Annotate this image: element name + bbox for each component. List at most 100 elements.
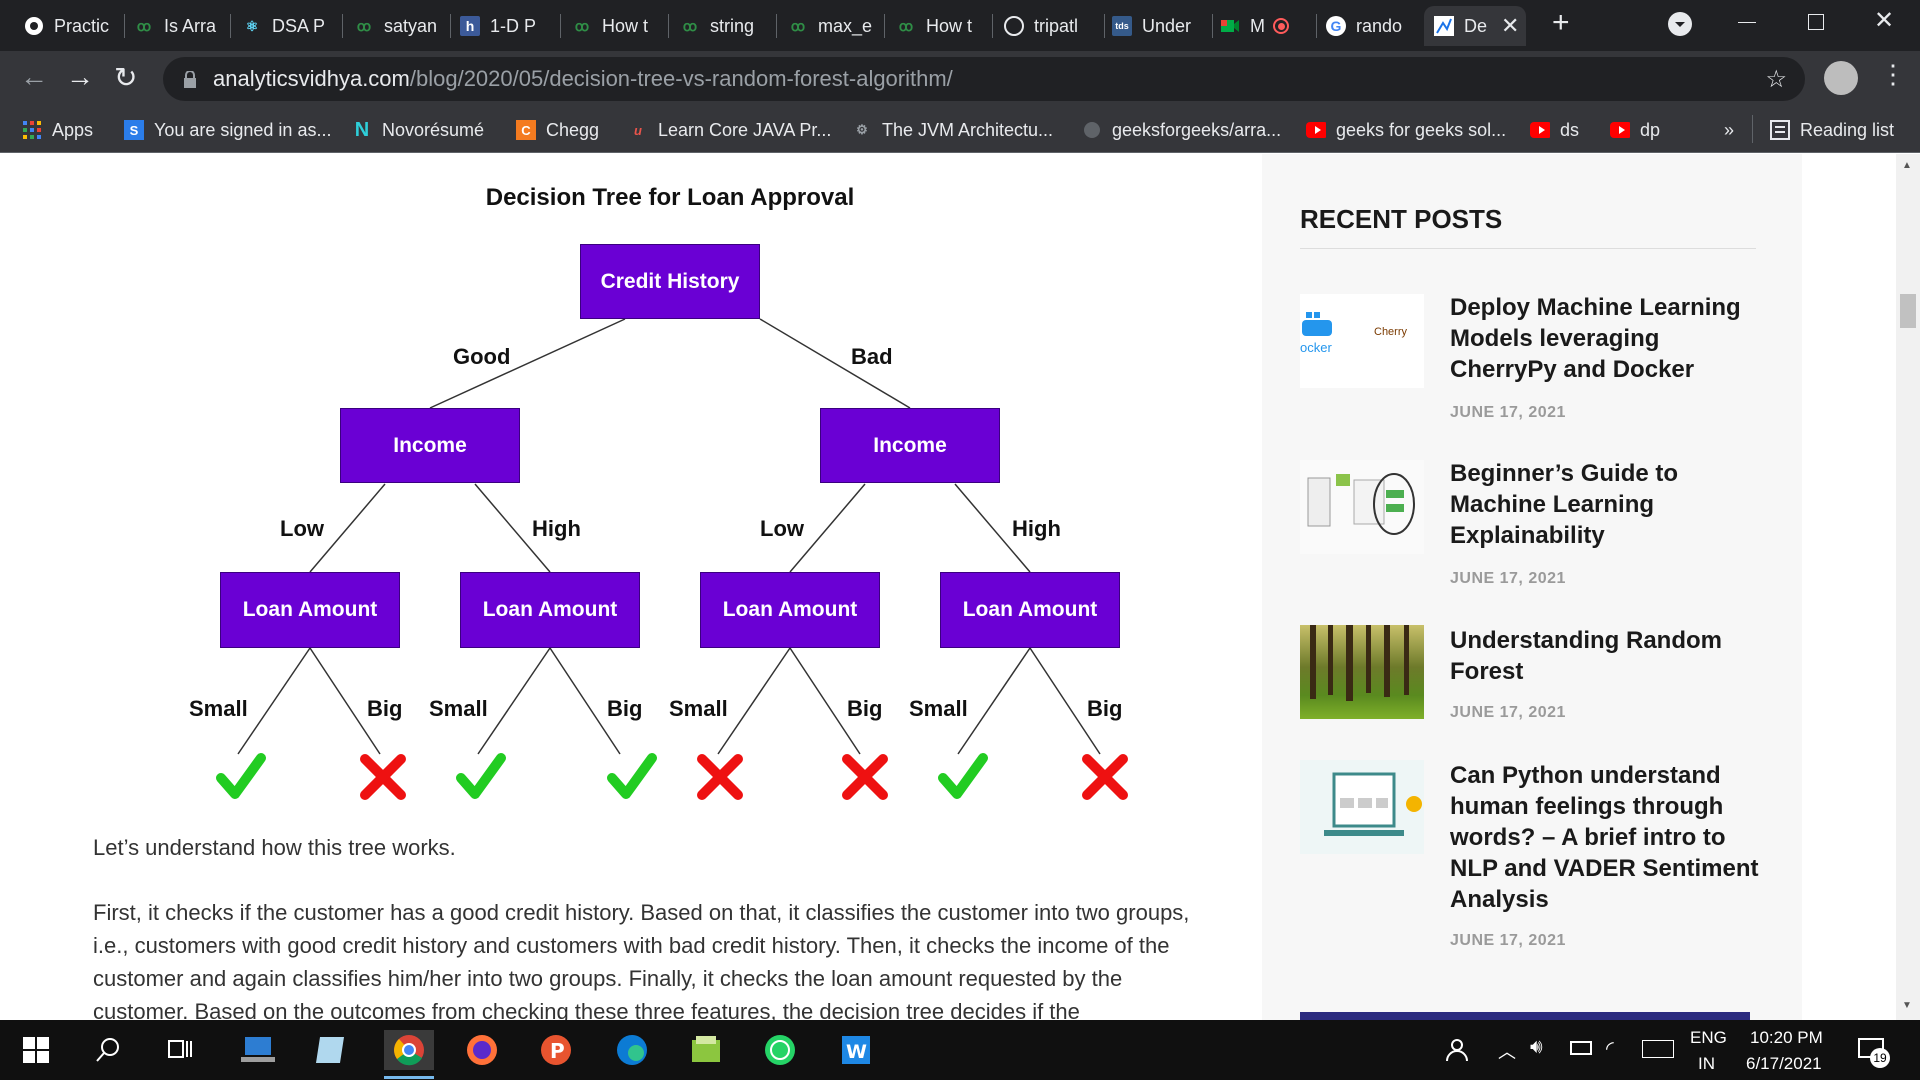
windows-start-button[interactable]: [16, 1030, 56, 1070]
notifications-button[interactable]: 19: [1852, 1030, 1892, 1070]
page-content: Decision Tree for Loan Approval Credit H…: [0, 154, 1920, 1020]
page-scrollbar[interactable]: ▲ ▼: [1896, 154, 1920, 1020]
bookmark-learn-java[interactable]: u Learn Core JAVA Pr...: [628, 117, 831, 143]
tab-label: satyan: [384, 15, 438, 36]
tab-decision-tree-active[interactable]: De ✕: [1424, 6, 1526, 46]
post-date: JUNE 17, 2021: [1450, 404, 1566, 421]
post-title-link[interactable]: Can Python understand human feelings thr…: [1450, 760, 1770, 915]
keyboard-icon[interactable]: [1642, 1040, 1674, 1058]
volume-icon[interactable]: 🔊︎: [1530, 1036, 1543, 1059]
tab-string[interactable]: ꝏ string: [680, 6, 776, 46]
node-income-bad: Income: [820, 408, 1000, 483]
task-view-icon: [168, 1040, 192, 1058]
people-button[interactable]: [1436, 1030, 1476, 1070]
search-button[interactable]: [88, 1030, 128, 1070]
battery-icon[interactable]: [1570, 1041, 1592, 1055]
post-title-link[interactable]: Beginner’s Guide to Machine Learning Exp…: [1450, 458, 1770, 551]
bookmark-label: Learn Core JAVA Pr...: [658, 119, 832, 140]
bookmark-dp[interactable]: dp: [1610, 117, 1660, 143]
back-button[interactable]: ←: [20, 61, 48, 93]
sidebar-banner: [1300, 1012, 1750, 1020]
reload-button[interactable]: ↻: [114, 61, 137, 94]
divider: [1300, 248, 1756, 249]
taskbar-app-laptop[interactable]: [238, 1030, 278, 1070]
language-bottom[interactable]: IN: [1698, 1054, 1715, 1074]
tab-how-2[interactable]: ꝏ How t: [896, 6, 992, 46]
tab-label: DSA P: [272, 15, 326, 36]
edge-label-low: Low: [760, 516, 804, 541]
edge-label-small: Small: [189, 696, 248, 721]
post-title-link[interactable]: Deploy Machine Learning Models leveragin…: [1450, 292, 1770, 385]
github-icon: [1082, 120, 1102, 140]
bookmark-apps[interactable]: Apps: [22, 117, 93, 143]
tab-1d[interactable]: h 1-D P: [460, 6, 560, 46]
tab-tripathi[interactable]: tripatl: [1004, 6, 1104, 46]
tab-dsa[interactable]: ⚛ DSA P: [242, 6, 342, 46]
taskbar-app-firefox[interactable]: [462, 1030, 502, 1070]
tab-search-button[interactable]: [1668, 12, 1692, 36]
address-bar[interactable]: analyticsvidhya.com/blog/2020/05/decisio…: [163, 57, 1805, 101]
bookmark-gfg-github[interactable]: geeksforgeeks/arra...: [1082, 117, 1281, 143]
taskbar-app-p[interactable]: P: [536, 1030, 576, 1070]
bookmark-label: geeks for geeks sol...: [1336, 119, 1507, 140]
close-window-button[interactable]: ✕: [1874, 6, 1894, 35]
reject-x-icon: [1082, 754, 1128, 800]
minimize-button[interactable]: [1738, 22, 1756, 23]
show-hidden-icons-chevron-icon[interactable]: ︿: [1498, 1038, 1516, 1064]
reject-x-icon: [360, 754, 406, 800]
scroll-down-arrow[interactable]: ▼: [1902, 1000, 1912, 1011]
post-title-link[interactable]: Understanding Random Forest: [1450, 625, 1770, 687]
edge-label-big: Big: [367, 696, 403, 721]
new-tab-button[interactable]: +: [1552, 6, 1570, 40]
bookmark-signed-in[interactable]: S You are signed in as...: [124, 117, 331, 143]
tab-meet[interactable]: M: [1220, 6, 1300, 46]
tab-max-e[interactable]: ꝏ max_e: [788, 6, 884, 46]
taskbar-app-edge[interactable]: [612, 1030, 652, 1070]
clock-date[interactable]: 6/17/2021: [1746, 1054, 1822, 1074]
h-icon: h: [460, 16, 480, 36]
bookmark-label: dp: [1640, 119, 1661, 140]
w-app-icon: W: [842, 1036, 870, 1064]
react-icon: ⚛: [245, 17, 259, 34]
tab-random[interactable]: G rando: [1326, 6, 1426, 46]
reading-list-button[interactable]: Reading list: [1770, 117, 1894, 143]
post-thumbnail-nlp[interactable]: [1300, 760, 1424, 854]
menu-kebab-icon[interactable]: ⋮: [1880, 59, 1906, 90]
forward-button[interactable]: →: [66, 61, 94, 93]
p-app-icon: P: [541, 1035, 571, 1065]
edge-label-bad: Bad: [851, 344, 893, 369]
task-view-button[interactable]: [160, 1030, 200, 1070]
scrollbar-thumb[interactable]: [1900, 294, 1916, 328]
tab-understand[interactable]: tds Under: [1112, 6, 1212, 46]
tab-is-array[interactable]: ꝏ Is Arra: [134, 6, 230, 46]
post-thumbnail-explainability[interactable]: [1300, 460, 1424, 554]
bookmarks-overflow-button[interactable]: »: [1724, 117, 1734, 143]
wifi-icon[interactable]: ◜: [1606, 1036, 1614, 1061]
taskbar-app-whatsapp[interactable]: [760, 1030, 800, 1070]
clock-time[interactable]: 10:20 PM: [1750, 1028, 1823, 1048]
scroll-up-arrow[interactable]: ▲: [1902, 160, 1912, 171]
taskbar-app-green[interactable]: [686, 1030, 726, 1070]
thumb-text: ocker: [1300, 340, 1332, 355]
approve-check-icon: [938, 753, 988, 799]
profile-avatar[interactable]: [1824, 61, 1858, 95]
tab-satyan[interactable]: ꝏ satyan: [354, 6, 450, 46]
post-thumbnail-docker-cherrypy[interactable]: ocker Cherry: [1300, 294, 1424, 388]
taskbar-app-files[interactable]: [310, 1030, 350, 1070]
bookmark-gfg-solutions[interactable]: geeks for geeks sol...: [1306, 117, 1506, 143]
language-top[interactable]: ENG: [1690, 1028, 1727, 1048]
tab-label: Under: [1142, 15, 1192, 36]
tab-practice[interactable]: Practic: [24, 6, 124, 46]
tab-how-1[interactable]: ꝏ How t: [572, 6, 668, 46]
close-tab-icon[interactable]: ✕: [1501, 13, 1519, 39]
bookmark-ds[interactable]: ds: [1530, 117, 1579, 143]
post-thumbnail-forest[interactable]: [1300, 625, 1424, 719]
bookmark-novoresume[interactable]: N Novorésumé: [352, 117, 484, 143]
bookmark-chegg[interactable]: C Chegg: [516, 117, 599, 143]
bookmark-star-icon[interactable]: ☆: [1765, 65, 1787, 94]
taskbar-app-w[interactable]: W: [836, 1030, 876, 1070]
taskbar-app-chrome[interactable]: [384, 1030, 434, 1070]
bookmark-jvm[interactable]: ⚙ The JVM Architectu...: [852, 117, 1053, 143]
restore-button[interactable]: [1808, 14, 1824, 30]
tab-label: string: [710, 15, 755, 36]
